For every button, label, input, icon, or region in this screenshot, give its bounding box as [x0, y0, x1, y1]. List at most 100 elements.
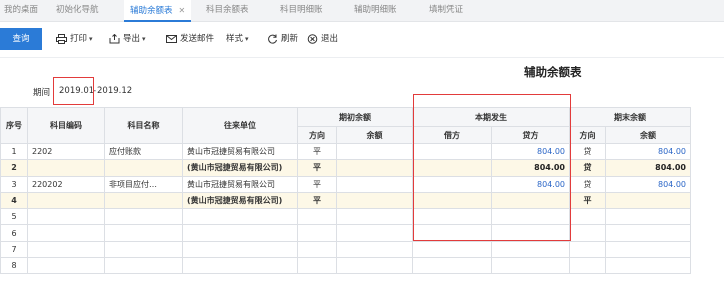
cell-counterparty[interactable]: [182, 257, 298, 275]
cell-opening-direction[interactable]: 平: [297, 159, 337, 177]
tab-account-detail[interactable]: 科目明细账: [280, 0, 323, 22]
cell-account-code[interactable]: [27, 224, 105, 242]
cell-account-name[interactable]: [104, 208, 183, 226]
cell-account-code[interactable]: [27, 191, 105, 210]
cell-closing-balance[interactable]: [605, 240, 691, 259]
cell-account-code[interactable]: [27, 240, 105, 259]
cell-seq[interactable]: 5: [0, 208, 28, 226]
cell-closing-balance[interactable]: [605, 208, 691, 226]
cell-account-code[interactable]: [27, 257, 105, 275]
exit-button[interactable]: 退出: [307, 28, 338, 50]
cell-credit[interactable]: 804.00: [491, 159, 570, 177]
cell-closing-balance[interactable]: [605, 257, 691, 275]
cell-account-name[interactable]: 应付账款: [104, 142, 183, 161]
style-button[interactable]: 样式 ▾: [226, 28, 249, 50]
cell-closing-direction[interactable]: 平: [569, 191, 606, 210]
cell-closing-direction[interactable]: [569, 257, 606, 275]
cell-opening-direction[interactable]: 平: [297, 175, 337, 193]
table-row[interactable]: 2 (黄山市冠捷贸易有限公司) 平 804.00 贷 804.00: [0, 159, 691, 177]
table-row[interactable]: 7: [0, 240, 691, 259]
cell-opening-balance[interactable]: [336, 191, 413, 210]
cell-opening-balance[interactable]: [336, 208, 413, 226]
cell-opening-balance[interactable]: [336, 240, 413, 259]
cell-opening-balance[interactable]: [336, 142, 413, 161]
cell-account-name[interactable]: [104, 257, 183, 275]
cell-closing-direction[interactable]: [569, 208, 606, 226]
table-row[interactable]: 3 220202 非项目应付… 黄山市冠捷贸易有限公司平 804.00 贷 804.00: [0, 175, 691, 193]
print-button[interactable]: 打印 ▾: [56, 28, 93, 50]
refresh-button[interactable]: 刷新: [267, 28, 298, 50]
cell-counterparty[interactable]: 黄山市冠捷贸易有限公司: [182, 175, 298, 193]
cell-counterparty[interactable]: [182, 224, 298, 242]
cell-seq[interactable]: 2: [0, 159, 28, 177]
query-button[interactable]: 查询: [0, 28, 42, 50]
cell-opening-direction[interactable]: [297, 224, 337, 242]
table-row[interactable]: 5: [0, 208, 691, 226]
cell-counterparty[interactable]: [182, 240, 298, 259]
cell-credit[interactable]: [491, 191, 570, 210]
cell-credit[interactable]: [491, 257, 570, 275]
cell-debit[interactable]: [412, 159, 492, 177]
close-icon[interactable]: ✕: [179, 6, 186, 15]
cell-opening-balance[interactable]: [336, 224, 413, 242]
cell-debit[interactable]: [412, 208, 492, 226]
cell-account-code[interactable]: [27, 208, 105, 226]
tab-auxiliary-detail[interactable]: 辅助明细账: [354, 0, 397, 22]
cell-account-name[interactable]: [104, 191, 183, 210]
cell-opening-direction[interactable]: 平: [297, 191, 337, 210]
cell-opening-direction[interactable]: 平: [297, 142, 337, 161]
cell-closing-direction[interactable]: 贷: [569, 175, 606, 193]
cell-seq[interactable]: 7: [0, 240, 28, 259]
cell-seq[interactable]: 4: [0, 191, 28, 210]
cell-closing-direction[interactable]: [569, 240, 606, 259]
cell-seq[interactable]: 3: [0, 175, 28, 193]
cell-account-name[interactable]: [104, 240, 183, 259]
cell-counterparty[interactable]: (黄山市冠捷贸易有限公司): [182, 191, 298, 210]
cell-credit[interactable]: 804.00: [491, 175, 570, 193]
cell-closing-balance[interactable]: 804.00: [605, 142, 691, 161]
cell-opening-direction[interactable]: [297, 240, 337, 259]
cell-seq[interactable]: 8: [0, 257, 28, 275]
table-row[interactable]: 1 2202 应付账款 黄山市冠捷贸易有限公司平 804.00 贷 804.00: [0, 142, 691, 161]
cell-closing-balance[interactable]: [605, 191, 691, 210]
cell-credit[interactable]: 804.00: [491, 142, 570, 161]
cell-opening-direction[interactable]: [297, 208, 337, 226]
cell-credit[interactable]: [491, 240, 570, 259]
cell-debit[interactable]: [412, 257, 492, 275]
cell-closing-balance[interactable]: [605, 224, 691, 242]
cell-account-code[interactable]: 220202: [27, 175, 105, 193]
cell-account-code[interactable]: 2202: [27, 142, 105, 161]
cell-counterparty[interactable]: [182, 208, 298, 226]
table-row[interactable]: 4 (黄山市冠捷贸易有限公司) 平平: [0, 191, 691, 210]
export-button[interactable]: 导出 ▾: [109, 28, 146, 50]
cell-seq[interactable]: 6: [0, 224, 28, 242]
cell-opening-balance[interactable]: [336, 175, 413, 193]
cell-account-name[interactable]: [104, 159, 183, 177]
tab-voucher[interactable]: 填制凭证: [429, 0, 463, 22]
cell-opening-direction[interactable]: [297, 257, 337, 275]
cell-account-name[interactable]: 非项目应付…: [104, 175, 183, 193]
cell-debit[interactable]: [412, 224, 492, 242]
cell-debit[interactable]: [412, 191, 492, 210]
cell-opening-balance[interactable]: [336, 159, 413, 177]
cell-seq[interactable]: 1: [0, 142, 28, 161]
table-row[interactable]: 8: [0, 257, 691, 275]
send-email-button[interactable]: 发送邮件: [166, 28, 214, 50]
tab-init-navigation[interactable]: 初始化导航: [56, 0, 99, 22]
tab-my-desktop[interactable]: 我的桌面: [4, 0, 38, 22]
tab-account-balance[interactable]: 科目余额表: [206, 0, 249, 22]
table-row[interactable]: 6: [0, 224, 691, 242]
cell-debit[interactable]: [412, 142, 492, 161]
cell-closing-balance[interactable]: 804.00: [605, 159, 691, 177]
cell-counterparty[interactable]: (黄山市冠捷贸易有限公司): [182, 159, 298, 177]
cell-credit[interactable]: [491, 224, 570, 242]
cell-counterparty[interactable]: 黄山市冠捷贸易有限公司: [182, 142, 298, 161]
cell-account-name[interactable]: [104, 224, 183, 242]
cell-closing-balance[interactable]: 804.00: [605, 175, 691, 193]
cell-account-code[interactable]: [27, 159, 105, 177]
cell-closing-direction[interactable]: 贷: [569, 159, 606, 177]
cell-opening-balance[interactable]: [336, 257, 413, 275]
cell-closing-direction[interactable]: 贷: [569, 142, 606, 161]
cell-credit[interactable]: [491, 208, 570, 226]
tab-auxiliary-balance[interactable]: 辅助余额表 ✕: [124, 0, 192, 22]
